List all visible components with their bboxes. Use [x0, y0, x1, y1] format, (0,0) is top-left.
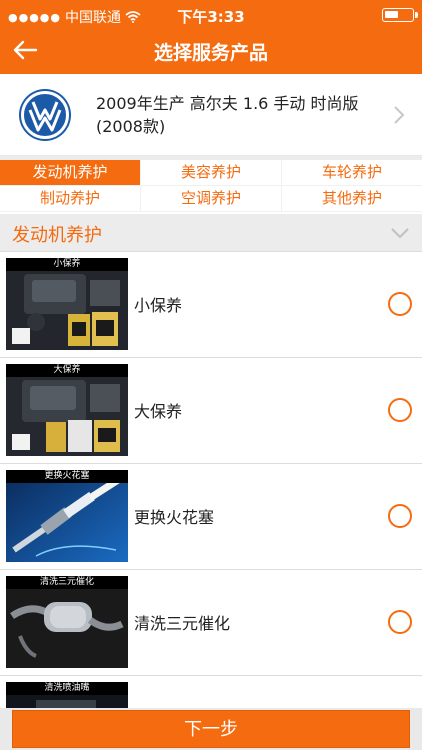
engine-photo-image: 小保养: [6, 258, 128, 350]
spark-plug-image: 更换火花塞: [6, 470, 128, 562]
service-name: 小保养: [134, 296, 183, 315]
page-title: 选择服务产品: [153, 42, 268, 64]
thumbnail-caption: 更换火花塞: [6, 470, 128, 483]
thumbnail-caption: 清洗喷油嘴: [6, 682, 128, 695]
status-bar: ●●●●● 中国联通 下午3:33: [0, 0, 422, 30]
app-header: ●●●●● 中国联通 下午3:33 选择服务产品: [0, 0, 422, 74]
engine-photo-image: 大保养: [6, 364, 128, 456]
service-name: 清洗三元催化: [134, 614, 231, 633]
tab-engine-care[interactable]: 发动机养护: [0, 160, 140, 185]
thumbnail-caption: 小保养: [6, 258, 128, 271]
injector-image: 清洗喷油嘴: [6, 682, 128, 708]
section-header[interactable]: 发动机养护: [0, 214, 422, 252]
car-description: 2009年生产 高尔夫 1.6 手动 时尚版(2008款): [96, 94, 359, 136]
list-item[interactable]: 清洗喷油嘴: [0, 676, 422, 708]
tab-ac-care[interactable]: 空调养护: [141, 186, 281, 211]
selected-car-row[interactable]: 2009年生产 高尔夫 1.6 手动 时尚版(2008款): [0, 74, 422, 156]
volkswagen-logo-icon: [19, 89, 71, 141]
catalytic-converter-image: 清洗三元催化: [6, 576, 128, 668]
tab-wheel-care[interactable]: 车轮养护: [282, 160, 422, 185]
select-radio[interactable]: [388, 610, 412, 634]
tab-beauty-care[interactable]: 美容养护: [141, 160, 281, 185]
chevron-right-icon[interactable]: [392, 104, 406, 126]
service-name: 大保养: [134, 402, 183, 421]
list-item[interactable]: 小保养 小保养: [0, 252, 422, 358]
thumbnail-caption: 大保养: [6, 364, 128, 377]
service-name: 更换火花塞: [134, 508, 215, 527]
chevron-down-icon[interactable]: [390, 226, 410, 240]
tab-other-care[interactable]: 其他养护: [282, 186, 422, 211]
next-button[interactable]: 下一步: [12, 710, 410, 748]
list-item[interactable]: 清洗三元催化 清洗三元催化: [0, 570, 422, 676]
thumbnail-caption: 清洗三元催化: [6, 576, 128, 589]
list-item[interactable]: 更换火花塞 更换火花塞: [0, 464, 422, 570]
select-radio[interactable]: [388, 504, 412, 528]
status-time: 下午3:33: [177, 8, 245, 26]
select-radio[interactable]: [388, 292, 412, 316]
category-tabs: 发动机养护 美容养护 车轮养护 制动养护 空调养护 其他养护: [0, 160, 422, 212]
bottom-bar: 下一步: [0, 708, 422, 750]
select-radio[interactable]: [388, 398, 412, 422]
service-list: 小保养 小保养 大保养 大保养 更换火花塞 更换火花塞 清洗三元催化 清洗三元催…: [0, 252, 422, 708]
section-title: 发动机养护: [12, 225, 102, 246]
list-item[interactable]: 大保养 大保养: [0, 358, 422, 464]
battery-icon: [382, 8, 418, 22]
tab-brake-care[interactable]: 制动养护: [0, 186, 140, 211]
